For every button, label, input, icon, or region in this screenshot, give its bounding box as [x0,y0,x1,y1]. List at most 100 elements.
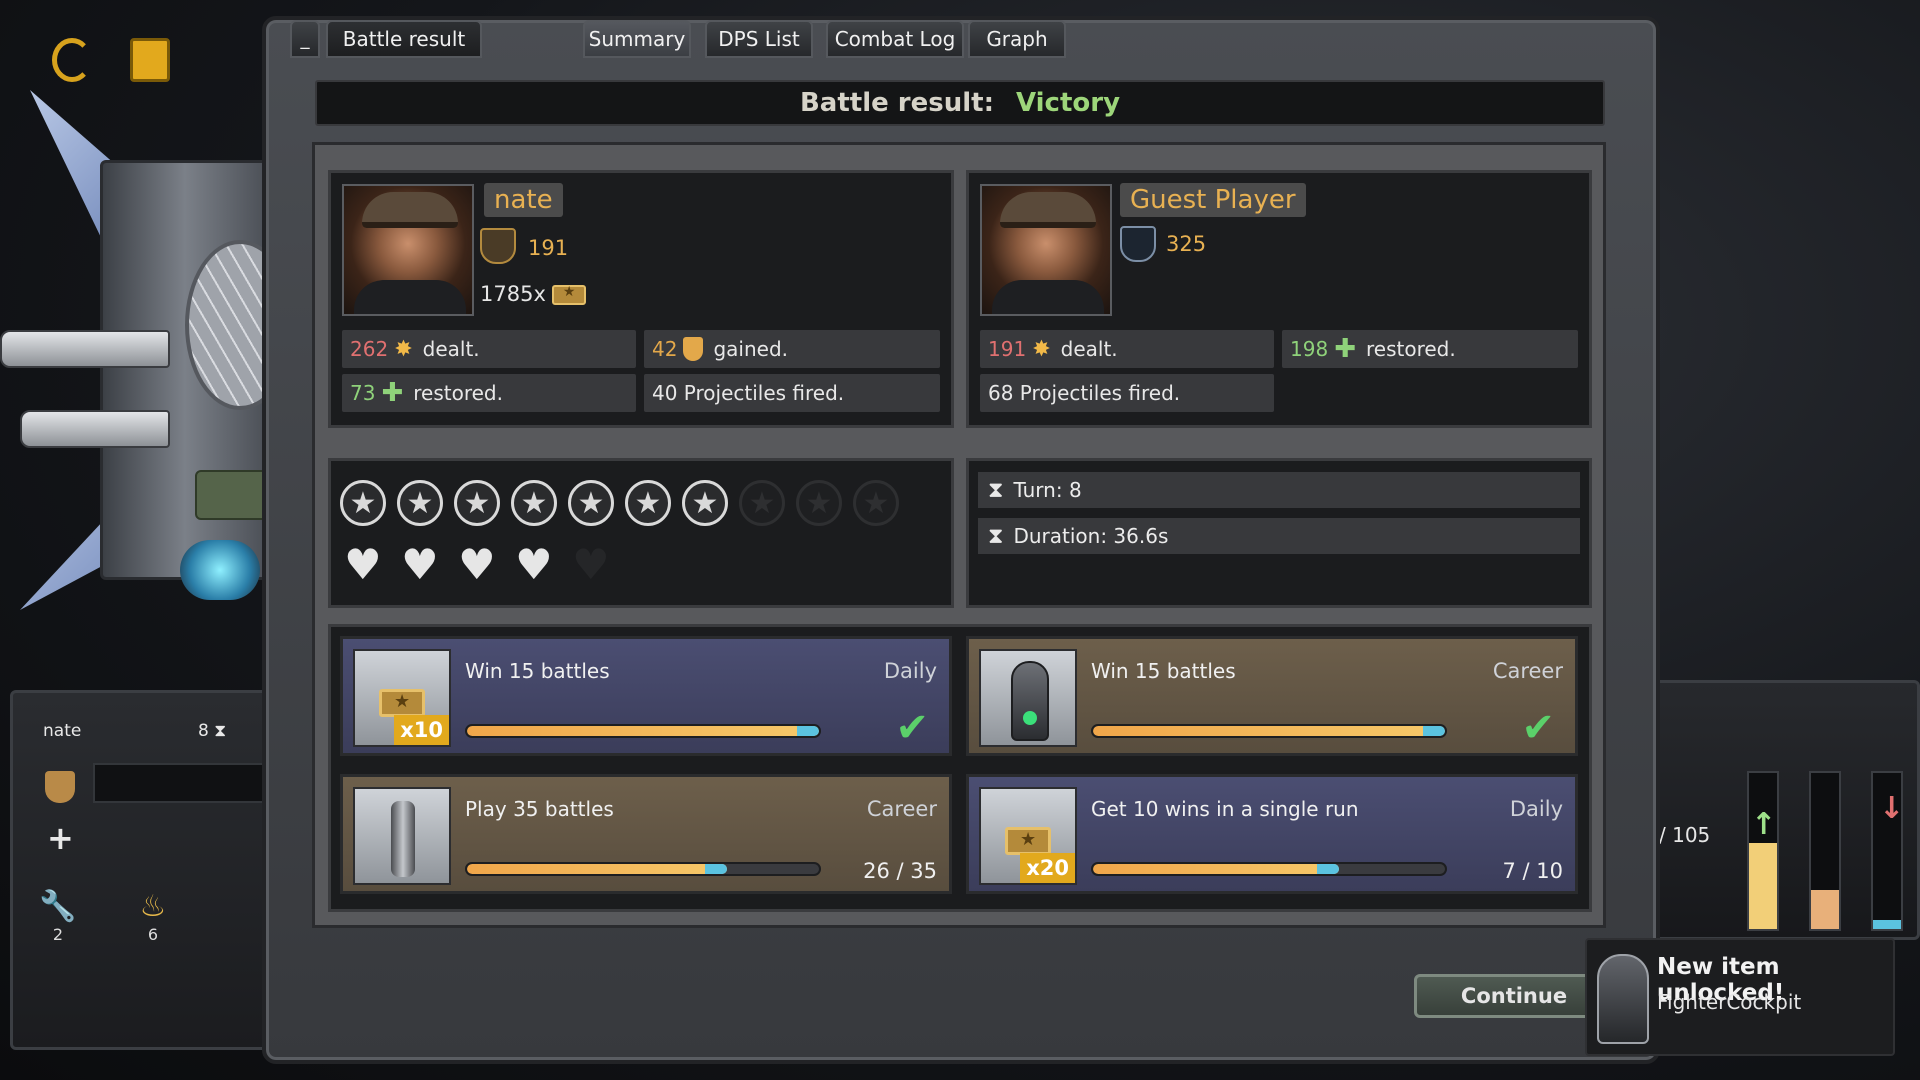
shield-icon [45,771,75,803]
player-ship [0,60,295,620]
star-icon: ★ [568,480,614,526]
quest-title: Play 35 battles [465,797,614,821]
player-rank: 191 [528,236,569,260]
cockpit-icon [1597,954,1649,1044]
player-name: Guest Player [1120,183,1306,217]
quest-title: Get 10 wins in a single run [1091,797,1359,821]
hud-shield-row [93,763,273,803]
arrow-up-icon: ↑ [1751,807,1777,842]
hud-player-name: nate [43,721,82,741]
checkmark-icon: ✔ [1521,705,1555,751]
star-icon: ★ [340,480,386,526]
star-icon: ★ [454,480,500,526]
quest-item: Play 35 battles Career 26 / 35 [340,774,952,894]
hud-wrench-stat[interactable]: 🔧 2 [28,889,88,944]
star-icon: ★ [511,480,557,526]
stat-projectiles: 68 Projectiles fired. [980,374,1274,412]
quest-progress-bar [465,724,821,738]
plus-icon: ✚ [381,378,404,408]
player-coins: 1785x [480,282,586,306]
stat-damage: 191 ✸ dealt. [980,330,1274,368]
star-icon: ★ [625,480,671,526]
hud-fire-stat[interactable]: ♨ 6 [123,889,183,944]
quest-progress-text: 7 / 10 [1502,859,1563,883]
star-icon: ★ [397,480,443,526]
quest-item: x10 Win 15 battles Daily ✔ [340,636,952,756]
star-icon: ★ [739,480,785,526]
window-title: Battle result [326,20,482,58]
burst-icon: ✸ [1032,336,1051,362]
undo-icon[interactable] [52,38,92,82]
quest-type: Career [866,797,937,821]
left-hud: nate 8 ⧗ + 🔧 2 ♨ 6 [10,690,275,1050]
cockpit-icon [1011,661,1049,741]
ticket-icon [551,284,586,305]
plus-icon: ✚ [1334,334,1356,364]
burst-icon: ✸ [394,336,413,362]
continue-button[interactable]: Continue [1414,974,1614,1018]
heart-icon: ♥ [458,540,496,589]
result-value: Victory [1015,88,1121,118]
quest-progress-bar [1091,724,1447,738]
quest-item: x20 Get 10 wins in a single run Daily 7 … [966,774,1578,894]
shield-icon [683,337,704,361]
stat-shield: 42 gained. [644,330,940,368]
notification-item: FighterCockpit [1657,990,1802,1014]
stat-heal: 73 ✚ restored. [342,374,636,412]
quest-type: Daily [1509,797,1563,821]
hud-turn: 8 ⧗ [198,721,227,741]
player-name: nate [484,183,563,217]
tab-graph[interactable]: Graph [968,20,1066,58]
quest-progress-bar [1091,862,1447,876]
tab-dps-list[interactable]: DPS List [705,20,813,58]
quest-type: Career [1492,659,1563,683]
player-rank: 325 [1166,232,1207,256]
stat-damage: 262 ✸ dealt. [342,330,636,368]
turn-row: ⧗ Turn: 8 [978,472,1580,508]
hud-count: / 105 [1659,823,1711,847]
heart-icon: ♥ [401,540,439,589]
stat-projectiles: 40 Projectiles fired. [644,374,940,412]
quest-progress-bar [465,862,821,876]
ticket-icon [379,689,425,717]
minimize-button[interactable]: _ [290,20,320,58]
star-rating: ★ ★ ★ ★ ★ ★ ★ ★ ★ ★ [340,480,910,526]
tab-summary[interactable]: Summary [583,20,691,58]
quest-reward: x20 [979,787,1077,885]
quest-reward: x10 [353,649,451,747]
result-label: Battle result: [799,88,994,118]
stat-heal: 198 ✚ restored. [1282,330,1578,368]
unlock-notification[interactable]: New item unlocked! FighterCockpit [1585,938,1895,1056]
tab-combat-log[interactable]: Combat Log [826,20,964,58]
duration-row: ⧗ Duration: 36.6s [978,518,1580,554]
copy-icon[interactable] [130,38,170,82]
battle-result-banner: Battle result: Victory [315,80,1605,126]
quest-progress-text: 26 / 35 [863,859,937,883]
hud-heat-bar [1809,771,1841,931]
ticket-icon [1005,827,1051,855]
wrench-icon: 🔧 [39,889,77,924]
rank-icon [480,228,516,264]
quest-reward [353,787,451,885]
star-icon: ★ [853,480,899,526]
arrow-down-icon: ↓ [1879,791,1905,826]
star-icon: ★ [682,480,728,526]
fire-icon: ♨ [139,889,167,924]
gun-icon [391,801,415,877]
rank-icon [1120,226,1156,262]
hourglass-icon: ⧗ [988,477,1004,503]
quest-reward [979,649,1077,747]
heart-rating: ♥ ♥ ♥ ♥ ♥ [340,542,625,588]
quest-title: Win 15 battles [1091,659,1236,683]
hourglass-icon: ⧗ [988,523,1004,549]
heart-icon: ♥ [344,540,382,589]
star-icon: ★ [796,480,842,526]
avatar [342,184,474,316]
avatar [980,184,1112,316]
quest-type: Daily [883,659,937,683]
heart-icon: ♥ [572,540,610,589]
quest-title: Win 15 battles [465,659,610,683]
heart-icon: ♥ [515,540,553,589]
quest-item: Win 15 battles Career ✔ [966,636,1578,756]
plus-icon: + [47,819,74,857]
